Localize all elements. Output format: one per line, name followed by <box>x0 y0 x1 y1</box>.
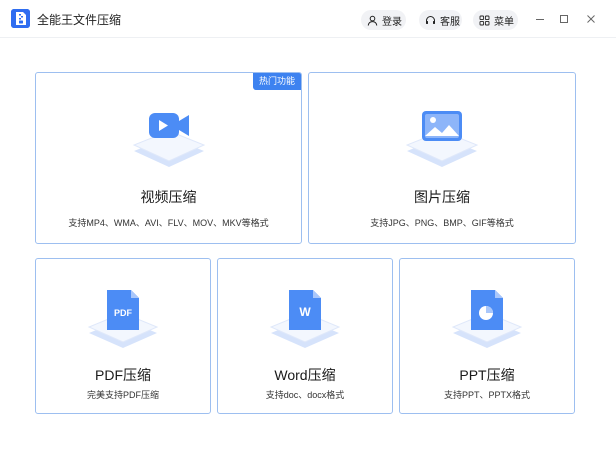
word-file-icon: W <box>267 285 343 358</box>
image-card-title: 图片压缩 <box>414 189 470 205</box>
pdf-card-title: PDF压缩 <box>95 367 151 383</box>
word-card-title: Word压缩 <box>274 367 336 383</box>
ppt-card-desc: 支持PPT、PPTX格式 <box>443 390 530 400</box>
maximize-button[interactable] <box>557 12 571 26</box>
pdf-icon-text: PDF <box>114 308 133 318</box>
ppt-file-icon <box>449 285 525 358</box>
customer-service-button[interactable]: 客服 <box>419 10 462 30</box>
login-button[interactable]: 登录 <box>361 10 406 30</box>
pdf-compress-card[interactable]: PDF PDF压缩 完美支持PDF压缩 <box>35 258 211 414</box>
app-logo-icon <box>11 9 30 28</box>
menu-button[interactable]: 菜单 <box>473 10 518 30</box>
word-card-desc: 支持doc、docx格式 <box>265 390 345 400</box>
close-icon <box>587 15 595 23</box>
word-icon-text: W <box>299 305 311 319</box>
login-label: 登录 <box>382 16 402 28</box>
ppt-card-title: PPT压缩 <box>459 367 515 383</box>
title-divider <box>0 37 616 38</box>
hot-feature-badge: 热门功能 <box>252 73 301 90</box>
pdf-file-icon: PDF <box>85 285 161 358</box>
pdf-card-desc: 完美支持PDF压缩 <box>86 390 159 400</box>
image-icon <box>402 103 482 178</box>
menu-label: 菜单 <box>494 16 514 28</box>
word-compress-card[interactable]: W Word压缩 支持doc、docx格式 <box>217 258 393 414</box>
app-title: 全能王文件压缩 <box>37 13 122 27</box>
service-label: 客服 <box>440 16 460 28</box>
minimize-icon <box>536 19 544 20</box>
title-bar: 全能王文件压缩 登录 客服 菜单 <box>0 0 616 38</box>
video-compress-card[interactable]: 热门功能 视频压缩 支持MP4、WMA、AVI、FLV、MOV、MKV等格式 <box>35 72 302 244</box>
headset-icon <box>426 15 435 24</box>
user-icon <box>367 15 378 26</box>
maximize-icon <box>560 15 568 23</box>
video-icon <box>129 103 209 178</box>
video-card-title: 视频压缩 <box>140 189 197 205</box>
video-card-desc: 支持MP4、WMA、AVI、FLV、MOV、MKV等格式 <box>68 218 269 228</box>
grid-menu-icon <box>479 15 490 25</box>
image-compress-card[interactable]: 图片压缩 支持JPG、PNG、BMP、GIF等格式 <box>308 72 576 244</box>
close-button[interactable] <box>584 12 598 26</box>
image-card-desc: 支持JPG、PNG、BMP、GIF等格式 <box>370 218 514 228</box>
ppt-compress-card[interactable]: PPT压缩 支持PPT、PPTX格式 <box>399 258 575 414</box>
minimize-button[interactable] <box>533 12 547 26</box>
